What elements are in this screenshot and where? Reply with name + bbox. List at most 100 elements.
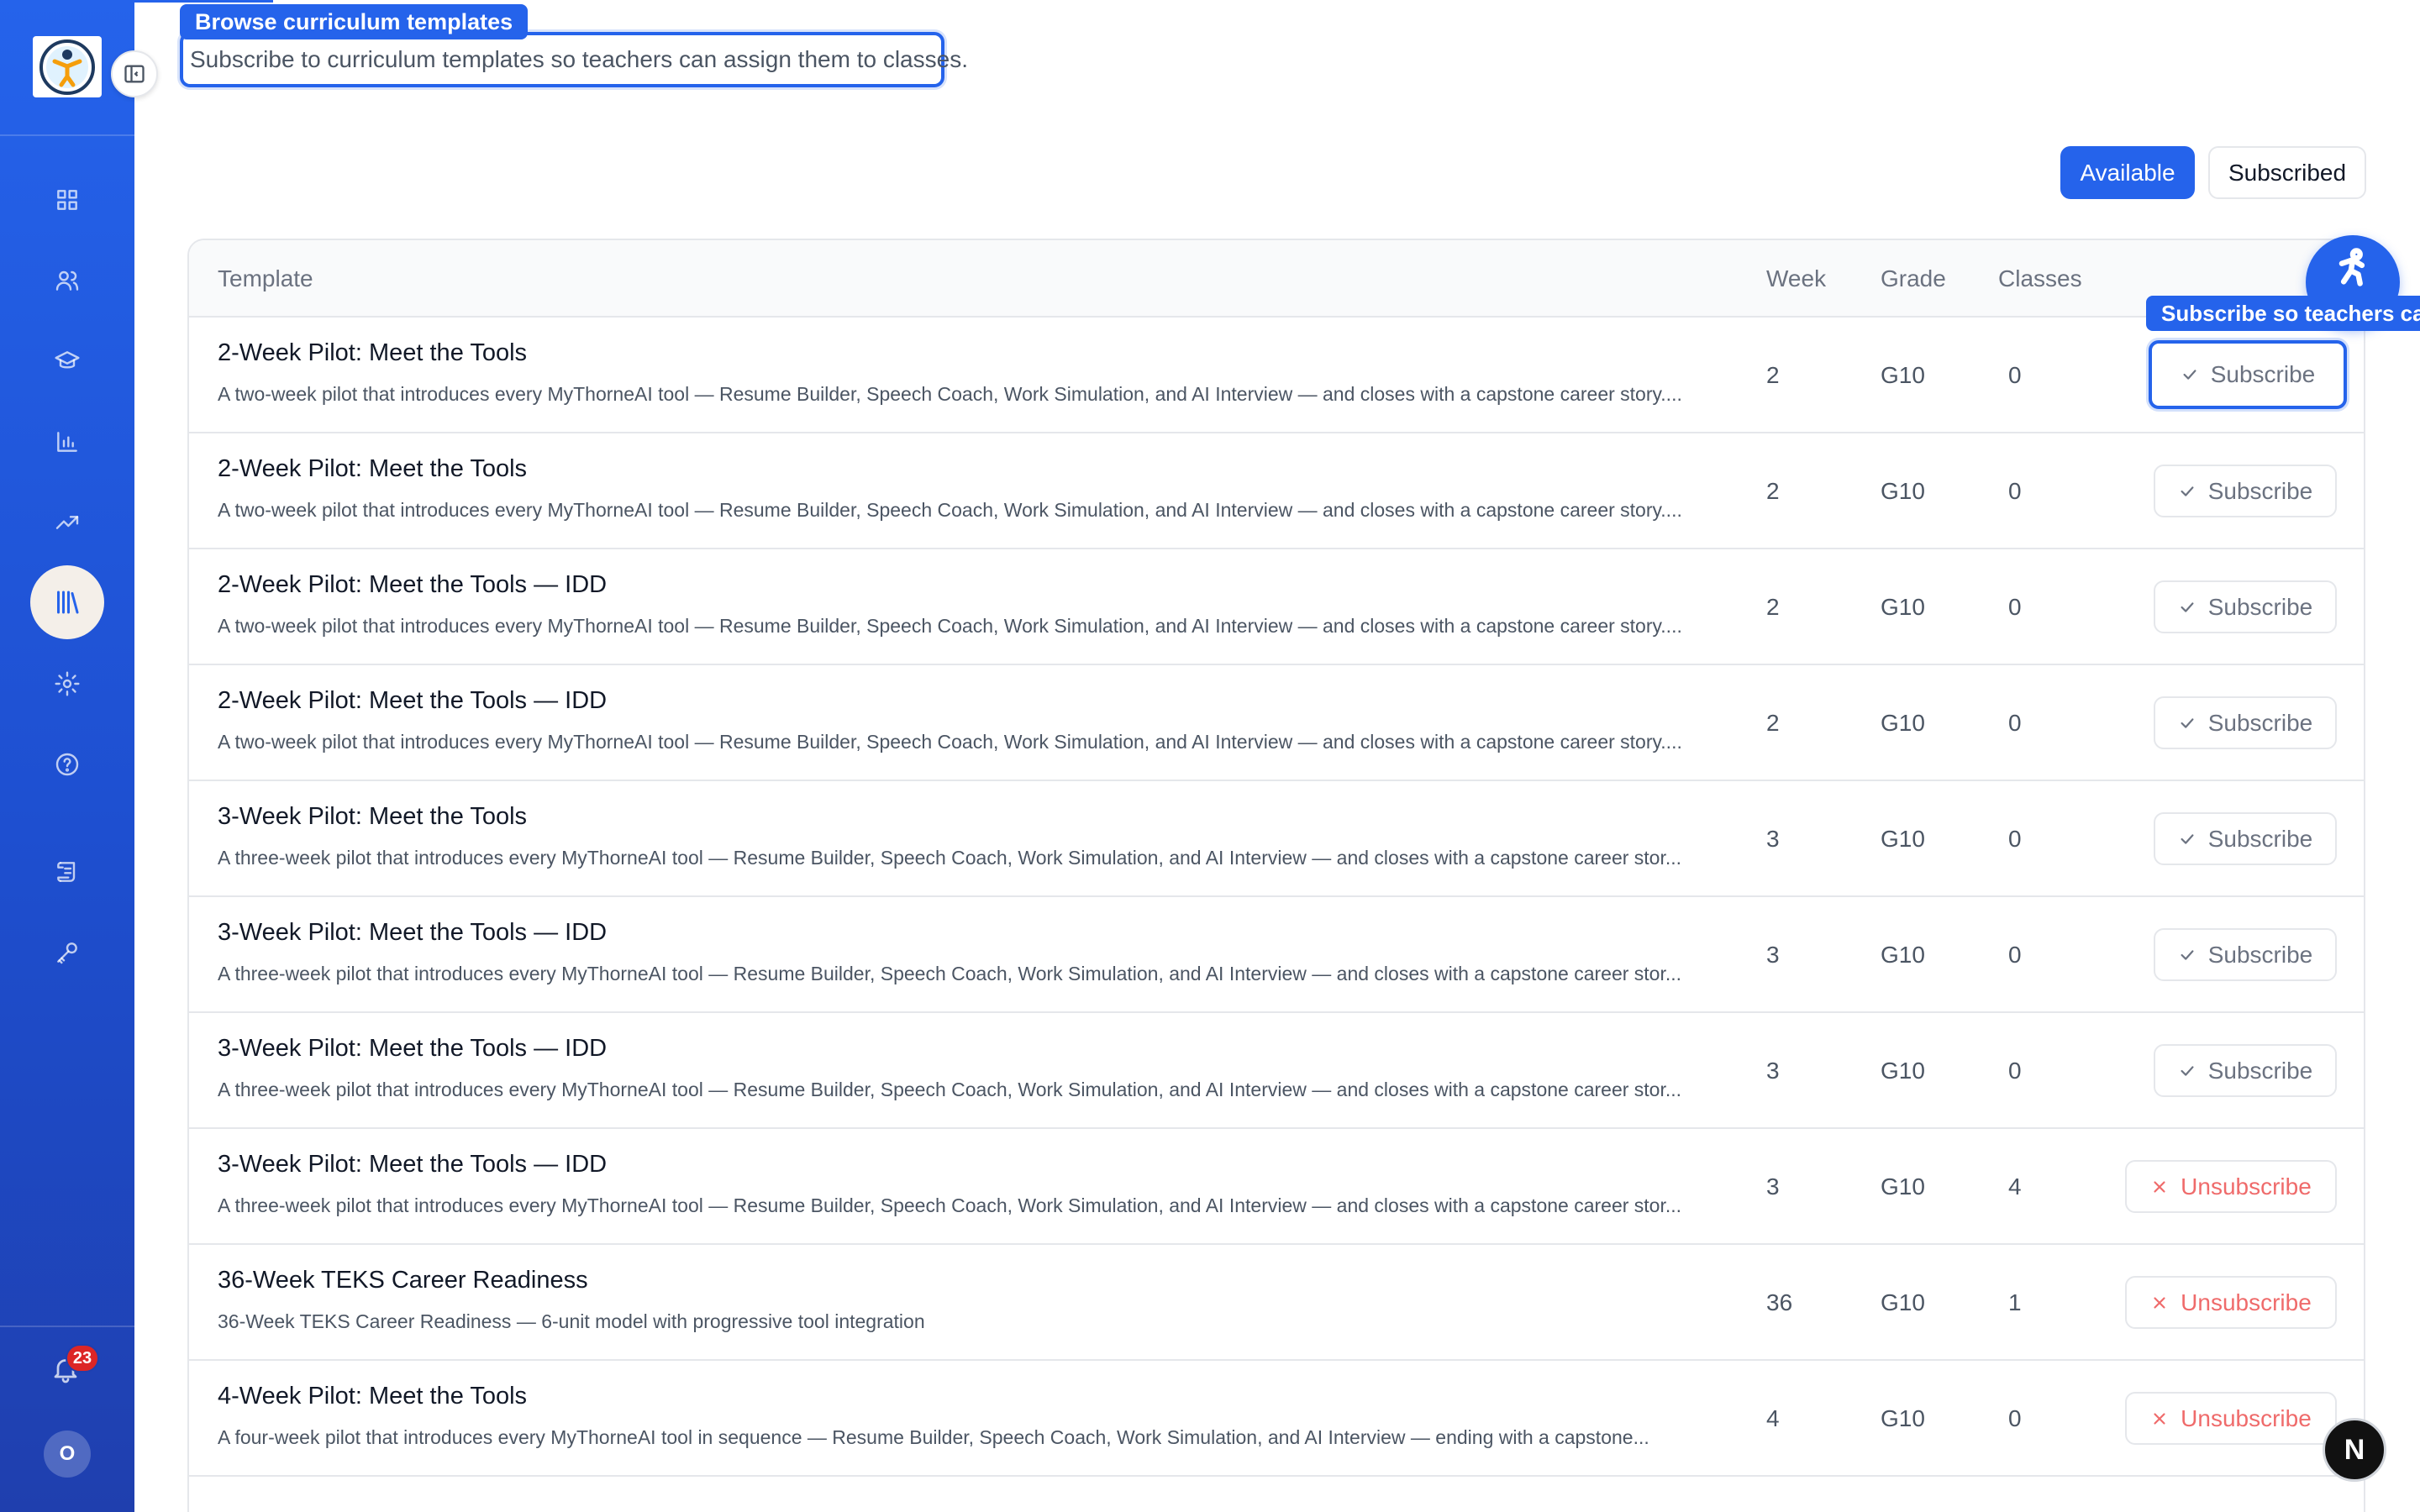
template-title: 3-Week Pilot: Meet the Tools — IDD bbox=[218, 1035, 608, 1062]
table-row[interactable]: 3-Week Pilot: Meet the Tools A three-week… bbox=[189, 781, 2364, 897]
template-title: 3-Week Pilot: Meet the Tools — IDD bbox=[218, 919, 608, 946]
template-description: A three-week pilot that introduces every… bbox=[218, 1079, 1682, 1100]
user-avatar[interactable]: O bbox=[44, 1431, 91, 1478]
table-row[interactable]: 2-Week Pilot: Meet the Tools A two-week p… bbox=[189, 318, 2364, 433]
cell-grade: G10 bbox=[1881, 1058, 1925, 1084]
action-label: Subscribe bbox=[2207, 593, 2313, 620]
tour-step-label: Browse curriculum templates bbox=[180, 4, 529, 39]
cell-grade: G10 bbox=[1881, 710, 1925, 736]
cell-grade: G10 bbox=[1881, 826, 1925, 852]
column-header-template: Template bbox=[218, 265, 313, 291]
subscribe-button[interactable]: Subscribe bbox=[2154, 696, 2337, 749]
column-header-week: Week bbox=[1766, 265, 1827, 291]
accessibility-fab[interactable] bbox=[2306, 235, 2400, 329]
cell-week: 2 bbox=[1766, 362, 1780, 388]
check-icon bbox=[2181, 949, 2194, 960]
action-label: Subscribe bbox=[2207, 825, 2313, 852]
cell-classes: 0 bbox=[2008, 362, 2022, 388]
cell-grade: G10 bbox=[1881, 478, 1925, 504]
action-label: Subscribe bbox=[2207, 941, 2313, 968]
tab-subscribed[interactable]: Subscribed bbox=[2208, 146, 2366, 199]
cell-week: 3 bbox=[1766, 1058, 1780, 1084]
template-title: 2-Week Pilot: Meet the Tools — IDD bbox=[218, 687, 608, 714]
cell-classes: 0 bbox=[2008, 1405, 2022, 1431]
cell-week: 3 bbox=[1766, 942, 1780, 968]
template-description: A two-week pilot that introduces every M… bbox=[218, 383, 1682, 405]
cell-classes: 0 bbox=[2008, 826, 2022, 852]
key-icon[interactable] bbox=[47, 932, 87, 973]
library-icon[interactable] bbox=[30, 565, 104, 639]
template-description: A three-week pilot that introduces every… bbox=[218, 847, 1682, 869]
cell-classes: 0 bbox=[2008, 710, 2022, 736]
template-description: A three-week pilot that introduces every… bbox=[218, 1194, 1682, 1216]
settings-icon[interactable] bbox=[47, 664, 87, 704]
notification-count-badge: 23 bbox=[66, 1344, 99, 1373]
subscribe-button[interactable]: Subscribe bbox=[2149, 340, 2347, 409]
unsubscribe-button[interactable]: Unsubscribe bbox=[2125, 1392, 2337, 1445]
table-header: Template Week Grade Classes bbox=[189, 240, 2364, 318]
progress-accent bbox=[134, 0, 273, 3]
cell-week: 36 bbox=[1766, 1289, 1793, 1315]
cell-week: 2 bbox=[1766, 710, 1780, 736]
subscribe-button[interactable]: Subscribe bbox=[2154, 1044, 2337, 1097]
template-description: A two-week pilot that introduces every M… bbox=[218, 731, 1682, 753]
unsubscribe-button[interactable]: Unsubscribe bbox=[2125, 1276, 2337, 1329]
sidebar-collapse-button[interactable] bbox=[111, 50, 158, 97]
app-logo[interactable] bbox=[33, 36, 102, 97]
cell-week: 4 bbox=[1766, 1405, 1780, 1431]
table-row[interactable]: 2-Week Pilot: Meet the Tools — IDD A two-… bbox=[189, 549, 2364, 665]
close-icon bbox=[2154, 1180, 2165, 1193]
check-icon bbox=[2181, 486, 2194, 496]
check-icon bbox=[2181, 601, 2194, 612]
subscribe-button[interactable]: Subscribe bbox=[2154, 580, 2337, 633]
column-header-classes: Classes bbox=[1998, 265, 2082, 291]
table-row[interactable]: 36-Week TEKS Career Readiness 36-Week TEK… bbox=[189, 1245, 2364, 1361]
assistant-button[interactable]: N bbox=[2323, 1418, 2386, 1482]
action-label: Unsubscribe bbox=[2181, 1173, 2312, 1200]
bar-chart-icon[interactable] bbox=[47, 422, 87, 462]
table-row[interactable]: 3-Week Pilot: Meet the Tools — IDD A thre… bbox=[189, 1129, 2364, 1245]
close-icon bbox=[2154, 1412, 2165, 1425]
cell-week: 3 bbox=[1766, 1173, 1780, 1200]
cell-classes: 0 bbox=[2008, 1058, 2022, 1084]
cell-classes: 1 bbox=[2008, 1289, 2022, 1315]
cell-week: 2 bbox=[1766, 594, 1780, 620]
template-title: 4-Week Pilot: Meet the Tools bbox=[218, 1383, 528, 1410]
help-icon[interactable] bbox=[47, 744, 87, 785]
subscribe-button[interactable]: Subscribe bbox=[2154, 465, 2337, 517]
template-description: A three-week pilot that introduces every… bbox=[218, 963, 1682, 984]
check-icon bbox=[2181, 1065, 2194, 1076]
table-row[interactable]: 3-Week Pilot: Meet the Tools — IDD A thre… bbox=[189, 897, 2364, 1013]
check-icon bbox=[2181, 833, 2194, 844]
cell-grade: G10 bbox=[1881, 594, 1925, 620]
table-row[interactable]: 2-Week Pilot: Meet the Tools — IDD A two-… bbox=[189, 665, 2364, 781]
logo-icon bbox=[39, 39, 95, 95]
action-label: Unsubscribe bbox=[2181, 1289, 2312, 1315]
page-subtitle-text: Subscribe to curriculum templates so tea… bbox=[190, 46, 968, 72]
column-header-grade: Grade bbox=[1881, 265, 1946, 291]
dashboard-icon[interactable] bbox=[47, 180, 87, 220]
action-label: Subscribe bbox=[2207, 1057, 2313, 1084]
template-description: 36-Week TEKS Career Readiness — 6-unit m… bbox=[218, 1310, 925, 1332]
tab-available[interactable]: Available bbox=[2060, 146, 2195, 199]
unsubscribe-button[interactable]: Unsubscribe bbox=[2125, 1160, 2337, 1213]
cell-week: 2 bbox=[1766, 478, 1780, 504]
cell-week: 3 bbox=[1766, 826, 1780, 852]
users-icon[interactable] bbox=[47, 260, 87, 301]
action-label: Subscribe bbox=[2210, 361, 2316, 387]
subscribe-button[interactable]: Subscribe bbox=[2154, 928, 2337, 981]
cell-classes: 4 bbox=[2008, 1173, 2022, 1200]
check-icon bbox=[2181, 717, 2194, 728]
scroll-icon[interactable] bbox=[47, 852, 87, 892]
table-row[interactable]: 3-Week Pilot: Meet the Tools — IDD A thre… bbox=[189, 1013, 2364, 1129]
template-title: 2-Week Pilot: Meet the Tools bbox=[218, 455, 528, 482]
table-row[interactable]: 4-Week Pilot: Meet the Tools A four-week … bbox=[189, 1361, 2364, 1477]
table-row[interactable]: 2-Week Pilot: Meet the Tools A two-week p… bbox=[189, 433, 2364, 549]
trending-up-icon[interactable] bbox=[47, 502, 87, 543]
subscribe-button[interactable]: Subscribe bbox=[2154, 812, 2337, 865]
action-label: Subscribe bbox=[2207, 709, 2313, 736]
action-label: Subscribe bbox=[2207, 477, 2313, 504]
graduation-cap-icon[interactable] bbox=[47, 341, 87, 381]
cell-grade: G10 bbox=[1881, 942, 1925, 968]
sidebar-divider bbox=[0, 1326, 134, 1327]
